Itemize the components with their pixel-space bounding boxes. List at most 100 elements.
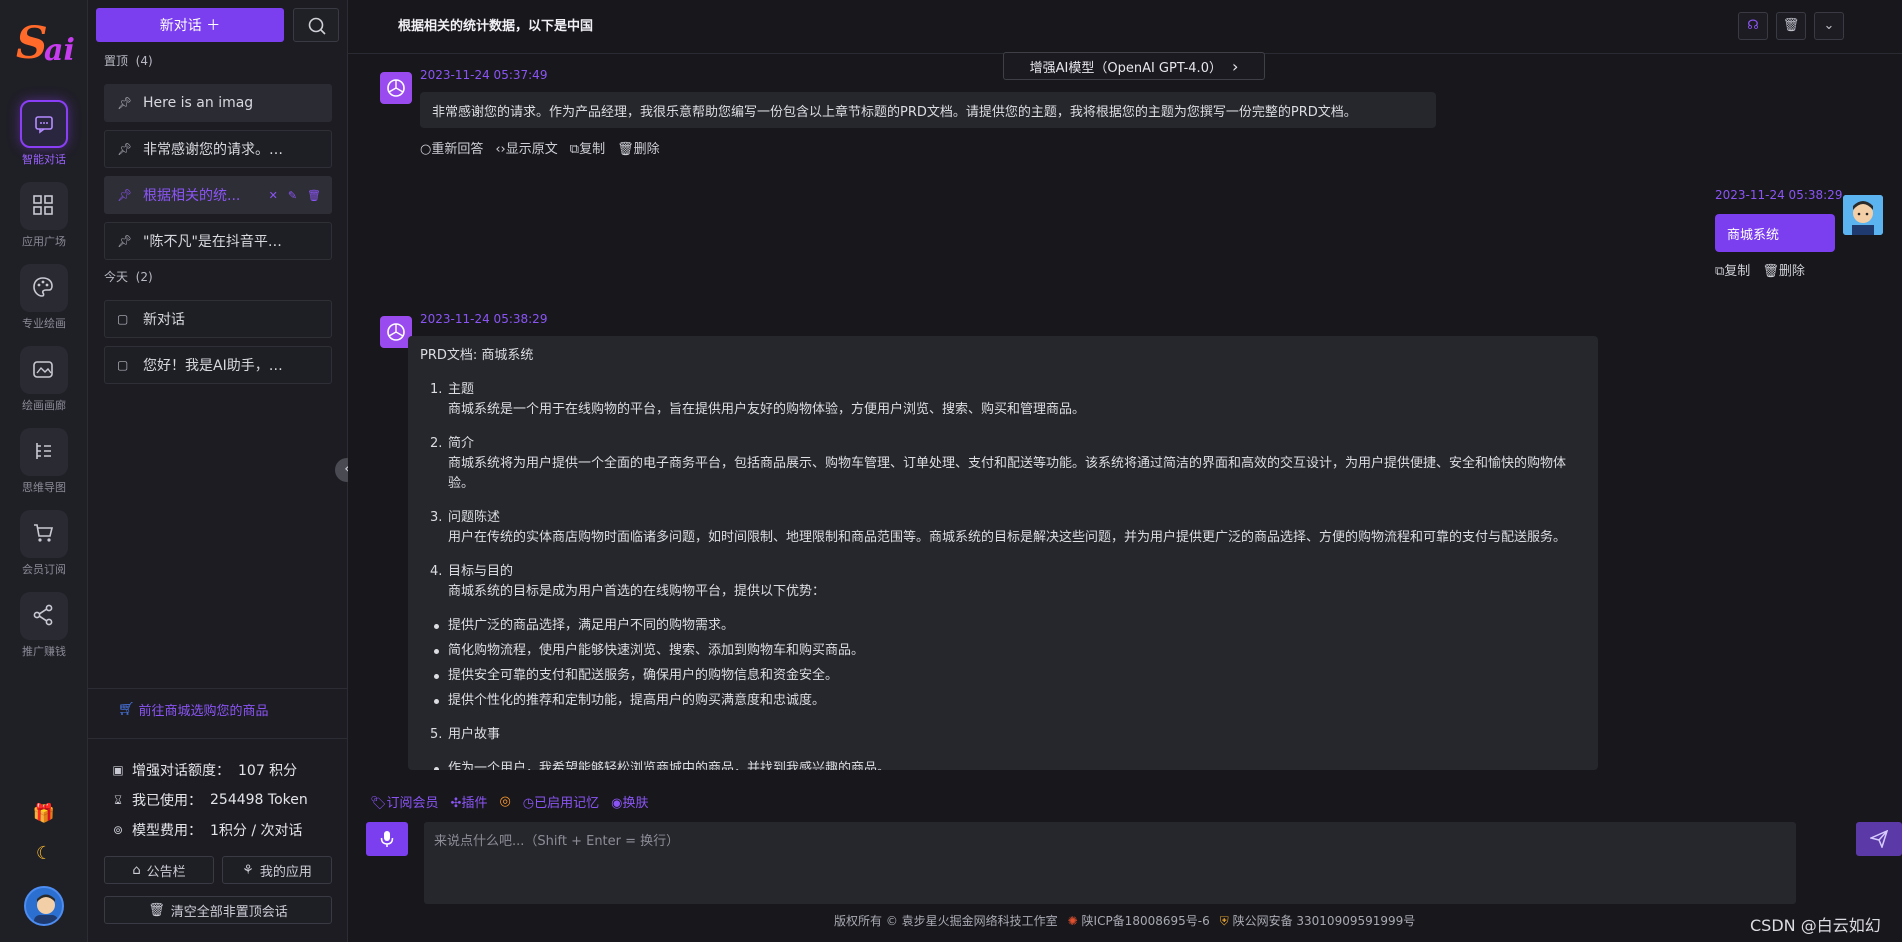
stat-value: 107 积分 [238,763,298,779]
ai-document-bubble: PRD文档: 商城系统 1. 主题 商城系统是一个用于在线购物的平台，旨在提供用… [408,336,1598,770]
my-apps-button-label: 我的应用 [259,864,312,880]
rail-label: 推广赚钱 [22,645,66,658]
rail-item-pro-drawing[interactable]: 专业绘画 [0,264,88,344]
rail-item-membership[interactable]: 会员订阅 [0,510,88,590]
pin-icon: 📌︎ [117,188,133,202]
conversation-title: 新对话 [143,312,185,328]
conversation-sidebar: 新对话 ＋ 置顶 (4) 📌︎ Here is an imag 📌︎ 非常感谢您… [88,0,348,942]
delete-chat-button[interactable]: 🗑︎ [1776,12,1806,40]
voice-input-button[interactable] [366,822,408,856]
app-logo: S ai [16,18,74,69]
moon-icon[interactable]: ☾ [32,842,56,866]
rail-item-smart-chat[interactable]: 智能对话 [0,100,88,180]
show-raw-button[interactable]: ‹›显示原文 [495,138,557,157]
send-button[interactable] [1856,822,1902,856]
more-button[interactable]: ⌄ [1814,12,1844,40]
notice-button[interactable]: ⌂ 公告栏 [104,856,214,884]
svg-text:S: S [16,18,48,69]
search-icon [308,17,326,35]
rail-item-app-square[interactable]: 应用广场 [0,182,88,262]
section-title: 问题陈述 [448,510,501,525]
cart-icon: 🛒︎ [118,702,135,717]
section-title: 用户故事 [448,727,501,742]
conversation-title: 您好！我是AI助手，我可... [143,358,293,374]
conversation-item[interactable]: 📌︎ "陈不凡"是在抖音平台上... [104,222,332,260]
chat-topbar: 根据相关的统计数据，以下是中国 ☊ 🗑︎ ⌄ [348,0,1902,54]
gallery-icon [20,346,68,394]
model-selector[interactable]: 增强AI模型（OpenAI GPT-4.0） › [1003,52,1265,80]
copy-button[interactable]: ⧉复制 [570,138,605,157]
delete-button[interactable]: 🗑︎删除 [1762,260,1805,279]
rail-label: 思维导图 [22,481,66,494]
conversation-item[interactable]: ▢ 您好！我是AI助手，我可... [104,346,332,384]
icp-icon: ✺ [1067,914,1078,928]
conversation-title: "陈不凡"是在抖音平台上... [143,234,293,250]
cart-icon [20,510,68,558]
user-avatar [1843,195,1883,235]
tool-label: 订阅会员 [386,796,439,811]
watermark: CSDN @白云如幻 [1750,916,1881,935]
pin-icon: 📌︎ [117,96,133,110]
clear-conversations-button[interactable]: 🗑︎ 清空全部非置顶会话 [104,896,332,924]
message-input[interactable] [424,822,1796,904]
conversation-item[interactable]: 📌︎ 非常感谢您的请求。作为... [104,130,332,168]
search-button[interactable] [293,8,339,42]
delete-icon[interactable]: 🗑︎ [307,189,321,202]
doc-section: 1. 主题 商城系统是一个用于在线购物的平台，旨在提供用户友好的购物体验，方便用… [420,380,1586,420]
message-actions: ⧉复制 🗑︎删除 [1715,260,1805,279]
grid-icon [20,182,68,230]
plugin-button[interactable]: ✣插件 [451,792,488,811]
doc-section: 4. 目标与目的 商城系统的目标是成为用户首选的在线购物平台，提供以下优势： [420,562,1586,602]
doc-bullet-list: 作为一个用户，我希望能够轻松浏览商城中的商品，并找到我感兴趣的商品。 [420,759,1586,770]
rail-item-promote[interactable]: 推广赚钱 [0,592,88,672]
tool-label: 插件 [461,796,488,811]
subscribe-button[interactable]: 🏷︎订阅会员 [370,792,439,811]
new-chat-button[interactable]: 新对话 ＋ [96,8,284,42]
my-apps-button[interactable]: ⚘ 我的应用 [222,856,332,884]
edit-icon[interactable]: ✎ [288,189,297,202]
stat-cost: ⊚ 模型费用： 1积分 / 次对话 [112,820,303,840]
page-title: 根据相关的统计数据，以下是中国 [398,19,594,34]
conversation-item[interactable]: ▢ 新对话 [104,300,332,338]
regenerate-button[interactable]: ○重新回答 [420,138,483,157]
section-title: 目标与目的 [448,564,514,579]
police-link[interactable]: ⛨ 陕公网安备 33010909591999号 [1220,912,1416,929]
chevron-down-icon: ⌄ [1823,18,1835,33]
section-title: 简介 [448,436,475,451]
action-label: 删除 [1778,264,1805,279]
basketball-icon[interactable]: ◎ [499,794,510,809]
section-number: 1. [430,382,443,397]
police-badge-icon: ⛨ [1219,914,1229,928]
input-toolbar: 🏷︎订阅会员 ✣插件 ◎ ◷已启用记忆 ◉换肤 [370,792,649,811]
rail-item-gallery[interactable]: 绘画画廊 [0,346,88,426]
memory-button[interactable]: ◷已启用记忆 [523,792,599,811]
headset-button[interactable]: ☊ [1738,12,1768,40]
sidebar-divider [88,738,348,739]
tool-label: 换肤 [622,796,649,811]
doc-section: 2. 简介 商城系统将为用户提供一个全面的电子商务平台，包括商品展示、购物车管理… [420,434,1586,494]
clear-button-label: 清空全部非置顶会话 [170,904,288,920]
conversation-item-active[interactable]: 📌︎ 根据相关的统... ✕ ✎ 🗑︎ [104,176,332,214]
section-number: 2. [430,436,443,451]
gift-icon[interactable]: 🎁 [32,802,56,826]
stat-label: 我已使用： [132,793,202,809]
user-message-bubble: 商城系统 [1715,214,1835,252]
shop-link-label: 前往商城选购您的商品 [138,704,269,719]
shop-link[interactable]: 🛒︎ 前往商城选购您的商品 [118,700,269,719]
section-title: 主题 [448,382,475,397]
rail-label: 会员订阅 [22,563,66,576]
user-avatar[interactable] [24,886,64,926]
list-item: 简化购物流程，使用户能够快速浏览、搜索、添加到购物车和购买商品。 [420,641,1586,661]
icp-link[interactable]: ✺ 陕ICP备18008695号-6 [1068,912,1210,929]
model-label: 增强AI模型（OpenAI GPT-4.0） [1029,60,1222,76]
unpin-icon[interactable]: ✕ [269,189,278,202]
openai-icon [387,79,405,97]
delete-button[interactable]: 🗑︎删除 [617,138,660,157]
skin-button[interactable]: ◉换肤 [611,792,648,811]
stat-label: 增强对话额度： [132,763,230,779]
rail-item-mindmap[interactable]: 思维导图 [0,428,88,508]
conversation-item[interactable]: 📌︎ Here is an imag [104,84,332,122]
tool-label: 已启用记忆 [534,796,600,811]
notice-icon: ⌂ [132,862,141,878]
copy-button[interactable]: ⧉复制 [1715,260,1750,279]
